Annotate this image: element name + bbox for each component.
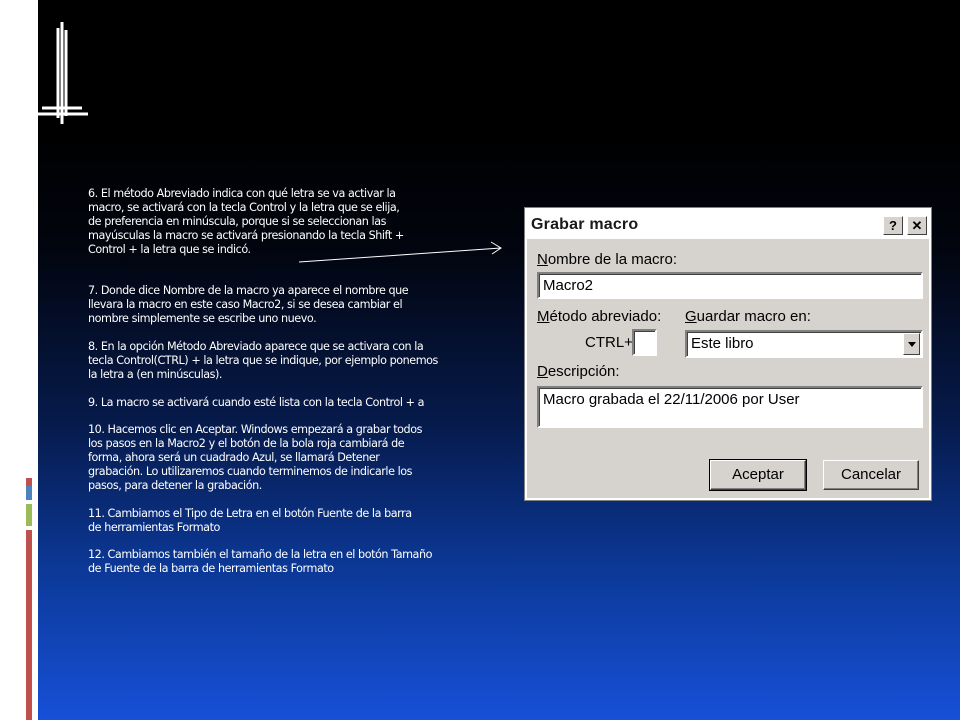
shortcut-label: Método abreviado: [537, 308, 661, 325]
arrow-right-icon [298, 241, 502, 263]
text-line: tecla Control(CTRL) + la letra que se in… [88, 353, 438, 367]
text-line: 9. La macro se activará cuando esté list… [88, 395, 425, 409]
text-line: 7. Donde dice Nombre de la macro ya apar… [88, 284, 409, 298]
dialog-titlebar[interactable]: Grabar macro ? ✕ [527, 210, 929, 240]
text-line: de herramientas Formato [88, 520, 220, 534]
description-label-text: escripción: [547, 363, 620, 380]
macro-name-label: Nombre de la macro: [537, 251, 677, 268]
store-macro-label-accel: G [685, 308, 697, 325]
macro-name-label-accel: N [537, 251, 548, 268]
record-macro-dialog: Grabar macro ? ✕ Nombre de la macro: Mac… [524, 207, 932, 501]
text-line: la letra a (en minúsculas). [88, 367, 223, 381]
text-line: 8. En la opción Método Abreviado aparece… [88, 339, 424, 353]
left-accent-bars [26, 478, 34, 720]
store-macro-value: Este libro [691, 335, 754, 352]
paragraph-11: 11. Cambiamos el Tipo de Letra en el bot… [88, 507, 498, 535]
description-textarea[interactable]: Macro grabada el 22/11/2006 por User [537, 386, 923, 428]
text-line: llevara la macro en este caso Macro2, si… [88, 298, 403, 312]
text-line: 11. Cambiamos el Tipo de Letra en el bot… [88, 506, 412, 520]
text-line: de Fuente de la barra de herramientas Fo… [88, 562, 334, 576]
store-macro-label-text: uardar macro en: [696, 308, 811, 325]
text-line: 10. Hacemos clic en Aceptar. Windows emp… [88, 423, 422, 437]
store-macro-label: Guardar macro en: [685, 308, 811, 325]
text-line: 12. Cambiamos también el tamaño de la le… [88, 548, 432, 562]
text-line: macro, se activará con la tecla Control … [88, 200, 400, 214]
accept-button[interactable]: Aceptar [709, 459, 807, 491]
paragraph-8: 8. En la opción Método Abreviado aparece… [88, 340, 498, 382]
text-line: los pasos en la Macro2 y el botón de la … [88, 437, 405, 451]
text-line: grabación. Lo utilizaremos cuando termin… [88, 465, 413, 479]
cancel-button[interactable]: Cancelar [823, 460, 919, 490]
text-line: nombre simplemente se escribe uno nuevo. [88, 312, 317, 326]
chevron-down-icon[interactable] [903, 333, 920, 355]
text-line: forma, ahora será un cuadrado Azul, se l… [88, 451, 380, 465]
ctrl-prefix-label: CTRL+ [585, 334, 633, 351]
text-line: 6. El método Abreviado indica con qué le… [88, 187, 396, 200]
paragraph-9: 9. La macro se activará cuando esté list… [88, 396, 498, 410]
shortcut-label-accel: M [537, 308, 550, 325]
accent-bar-green [26, 504, 32, 526]
macro-name-input[interactable]: Macro2 [537, 272, 923, 299]
accent-bar-red-long [26, 530, 32, 720]
shortcut-label-text: étodo abreviado: [549, 308, 662, 325]
text-line: de preferencia en minúscula, porque si s… [88, 214, 386, 228]
store-macro-select[interactable]: Este libro [685, 330, 923, 358]
description-label: Descripción: [537, 363, 620, 380]
close-icon[interactable]: ✕ [907, 216, 927, 235]
shortcut-key-input[interactable] [632, 329, 657, 356]
paragraph-12: 12. Cambiamos también el tamaño de la le… [88, 548, 498, 576]
corner-decoration-lines [38, 22, 88, 124]
description-label-accel: D [537, 363, 548, 380]
accent-bar-blue [26, 486, 32, 500]
paragraph-7: 7. Donde dice Nombre de la macro ya apar… [88, 284, 498, 326]
paragraph-10: 10. Hacemos clic en Aceptar. Windows emp… [88, 423, 498, 493]
text-line: pasos, para detener la grabación. [88, 478, 262, 492]
macro-name-label-text: ombre de la macro: [547, 251, 678, 268]
help-icon[interactable]: ? [883, 216, 903, 235]
dialog-title: Grabar macro [531, 216, 639, 233]
